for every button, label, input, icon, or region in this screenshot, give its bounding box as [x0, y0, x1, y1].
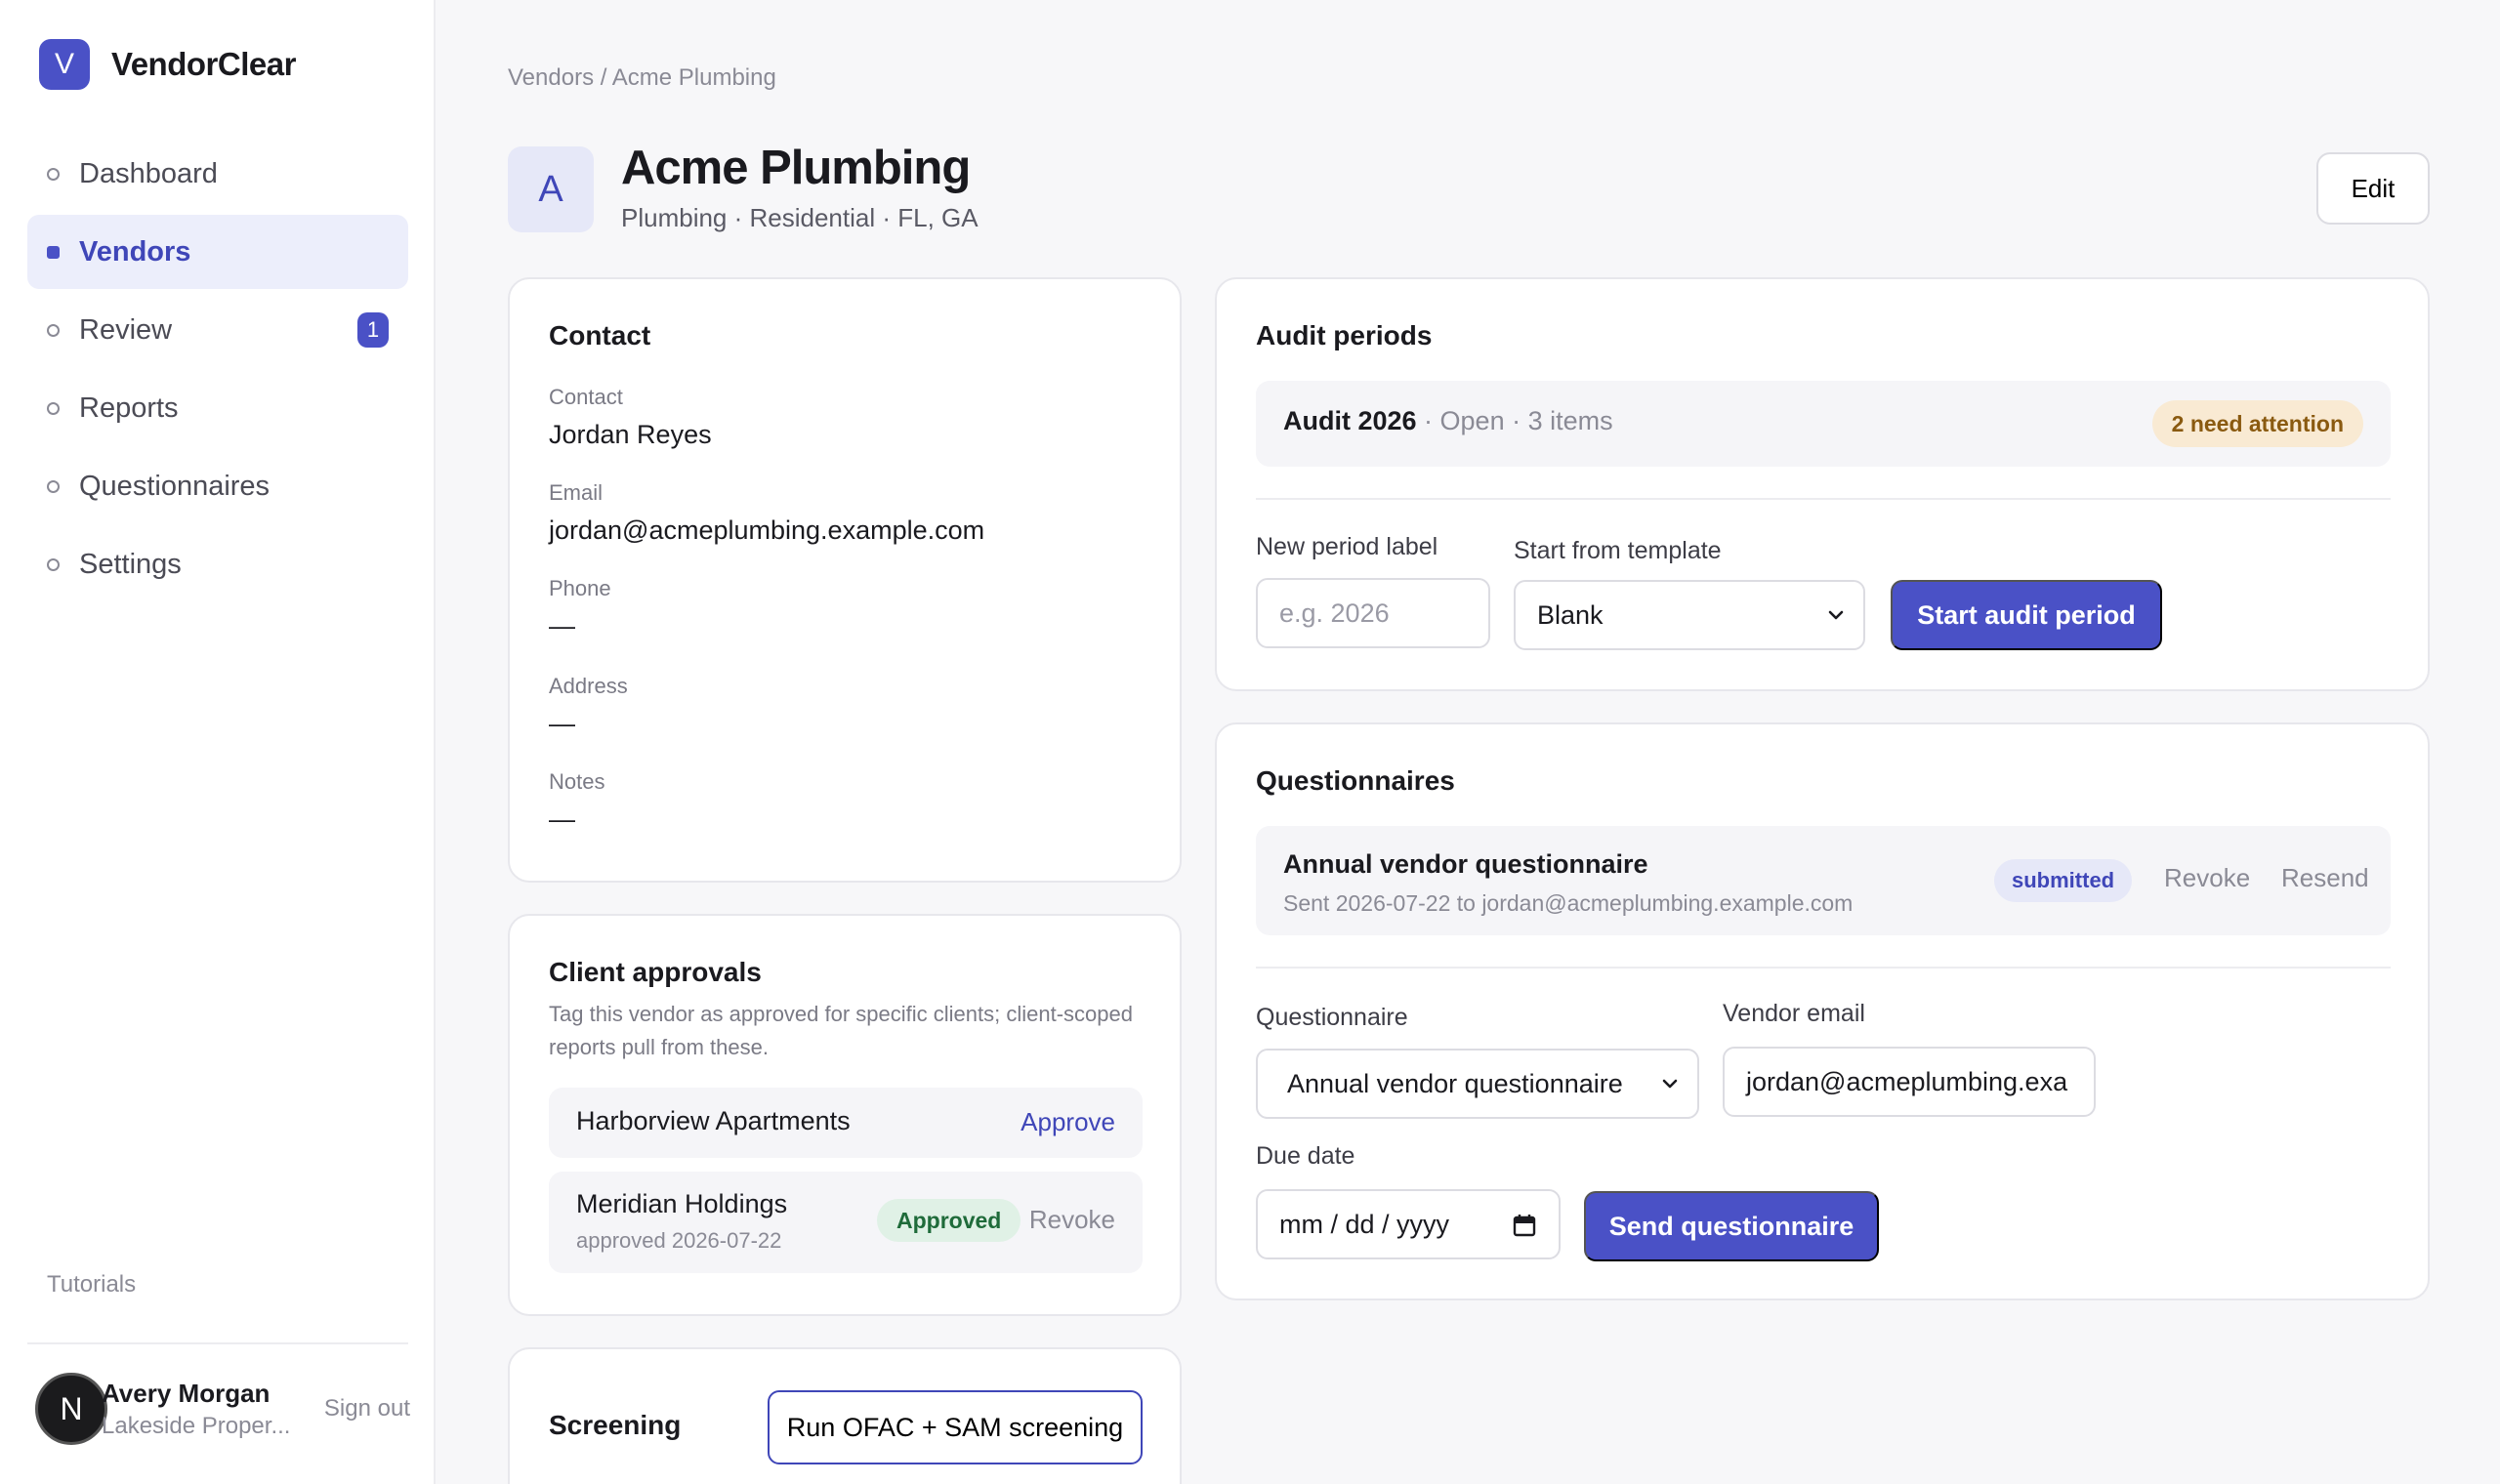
divider [1256, 498, 2391, 500]
phone-label: Phone [549, 576, 611, 600]
user-org: Lakeside Proper... [102, 1412, 291, 1439]
divider [1256, 967, 2391, 969]
list-item: Harborview Apartments Approve [549, 1088, 1143, 1158]
calendar-icon[interactable] [1512, 1213, 1537, 1238]
sidebar-item-vendors[interactable]: Vendors [27, 215, 408, 289]
breadcrumb[interactable]: Vendors / Acme Plumbing [508, 64, 776, 92]
contact-card: Contact Contact Jordan Reyes Email jorda… [508, 277, 1182, 883]
address-value: — [549, 709, 575, 738]
list-item: Annual vendor questionnaire Sent 2026-07… [1256, 826, 2391, 935]
audit-title: Audit periods [1256, 320, 1433, 350]
bullet-icon [47, 245, 60, 259]
screening-card: Screening Run OFAC + SAM screening [508, 1347, 1182, 1484]
due-date-label: Due date [1256, 1142, 1355, 1170]
audit-periods-card: Audit periods Audit 2026 · Open · 3 item… [1215, 277, 2430, 691]
chevron-down-icon [1828, 610, 1844, 620]
sidebar-item-review[interactable]: Review 1 [27, 293, 408, 367]
status-badge: submitted [1994, 859, 2133, 902]
screening-title: Screening [549, 1410, 682, 1440]
questionnaires-title: Questionnaires [1256, 765, 1455, 796]
attention-badge: 2 need attention [2151, 400, 2363, 447]
questionnaire-select[interactable]: Annual vendor questionnaire [1256, 1049, 1699, 1119]
contact-title: Contact [549, 320, 651, 350]
vendor-subtitle: Plumbing · Residential · FL, GA [621, 203, 979, 232]
questionnaires-card: Questionnaires Annual vendor questionnai… [1215, 722, 2430, 1300]
notes-value: — [549, 804, 575, 834]
bullet-icon [47, 401, 60, 415]
tutorials-link[interactable]: Tutorials [47, 1271, 136, 1298]
audit-period-name: Audit 2026 [1283, 406, 1417, 435]
sidebar: V VendorClear Dashboard Vendors Review 1… [0, 0, 436, 1484]
run-screening-button[interactable]: Run OFAC + SAM screening [768, 1390, 1143, 1464]
resend-button[interactable]: Resend [2281, 863, 2369, 893]
phone-value: — [549, 611, 575, 640]
bullet-icon [47, 557, 60, 571]
bullet-icon [47, 167, 60, 181]
bullet-icon [47, 479, 60, 493]
sidebar-item-questionnaires[interactable]: Questionnaires [27, 449, 408, 523]
template-select-value: Blank [1537, 599, 1604, 630]
bullet-icon [47, 323, 60, 337]
template-select[interactable]: Blank [1514, 580, 1865, 650]
sidebar-item-reports[interactable]: Reports [27, 371, 408, 445]
address-label: Address [549, 674, 628, 698]
due-date-input[interactable]: mm / dd / yyyy [1256, 1189, 1561, 1259]
revoke-button[interactable]: Revoke [2164, 863, 2250, 893]
contact-value: Jordan Reyes [549, 420, 712, 449]
approvals-title: Client approvals [549, 957, 762, 987]
due-date-placeholder: mm / dd / yyyy [1279, 1209, 1450, 1239]
vendor-email-label: Vendor email [1723, 1000, 1865, 1027]
sidebar-item-label: Questionnaires [79, 470, 271, 502]
sidebar-item-settings[interactable]: Settings [27, 527, 408, 601]
questionnaire-sent-info: Sent 2026-07-22 to jordan@acmeplumbing.e… [1283, 890, 1854, 916]
sidebar-nav: Dashboard Vendors Review 1 Reports Quest… [27, 137, 408, 605]
questionnaire-name: Annual vendor questionnaire [1283, 849, 1648, 879]
sidebar-item-label: Settings [79, 548, 182, 580]
questionnaire-select-value: Annual vendor questionnaire [1287, 1068, 1623, 1098]
approval-date: approved 2026-07-22 [576, 1228, 782, 1253]
template-label: Start from template [1514, 537, 1722, 564]
sidebar-item-dashboard[interactable]: Dashboard [27, 137, 408, 211]
page-title: Acme Plumbing [621, 142, 971, 194]
approve-button[interactable]: Approve [1021, 1107, 1115, 1137]
sidebar-item-label: Vendors [79, 235, 191, 268]
divider [27, 1342, 408, 1344]
new-period-label: New period label [1256, 533, 1438, 560]
sidebar-item-label: Review [79, 313, 173, 346]
status-badge: Approved [877, 1199, 1021, 1242]
email-label: Email [549, 480, 604, 505]
list-item[interactable]: Audit 2026 · Open · 3 items 2 need atten… [1256, 381, 2391, 467]
user-name: Avery Morgan [102, 1378, 271, 1408]
review-count-badge: 1 [357, 312, 389, 348]
revoke-button[interactable]: Revoke [1029, 1205, 1115, 1235]
brand[interactable]: V VendorClear [39, 39, 296, 90]
email-value: jordan@acmeplumbing.example.com [549, 515, 985, 545]
new-period-input[interactable]: e.g. 2026 [1256, 578, 1490, 648]
list-item: Meridian Holdings approved 2026-07-22 Ap… [549, 1172, 1143, 1273]
sidebar-item-label: Dashboard [79, 157, 218, 189]
chevron-down-icon [1662, 1079, 1678, 1089]
send-questionnaire-button[interactable]: Send questionnaire [1584, 1191, 1879, 1261]
contact-label: Contact [549, 385, 623, 409]
client-name: Harborview Apartments [576, 1106, 851, 1135]
sign-out-button[interactable]: Sign out [324, 1395, 410, 1422]
brand-logo: V [39, 39, 90, 90]
questionnaire-label: Questionnaire [1256, 1004, 1408, 1031]
avatar[interactable]: N [35, 1373, 107, 1445]
notes-label: Notes [549, 769, 605, 794]
vendor-avatar: A [508, 146, 594, 232]
client-name: Meridian Holdings [576, 1189, 788, 1218]
vendor-email-field[interactable]: jordan@acmeplumbing.exa [1723, 1047, 2096, 1117]
approvals-description: Tag this vendor as approved for specific… [549, 1002, 1133, 1059]
sidebar-item-label: Reports [79, 392, 179, 424]
audit-period-text: Audit 2026 · Open · 3 items [1283, 406, 1613, 436]
user-menu: N Avery Morgan Lakeside Proper... Sign o… [35, 1371, 410, 1447]
audit-period-meta: · Open · 3 items [1416, 406, 1613, 435]
client-approvals-card: Client approvals Tag this vendor as appr… [508, 914, 1182, 1316]
brand-name: VendorClear [111, 46, 296, 82]
start-audit-button[interactable]: Start audit period [1891, 580, 2162, 650]
edit-button[interactable]: Edit [2316, 152, 2430, 225]
user-info: Avery Morgan Lakeside Proper... [102, 1379, 324, 1440]
